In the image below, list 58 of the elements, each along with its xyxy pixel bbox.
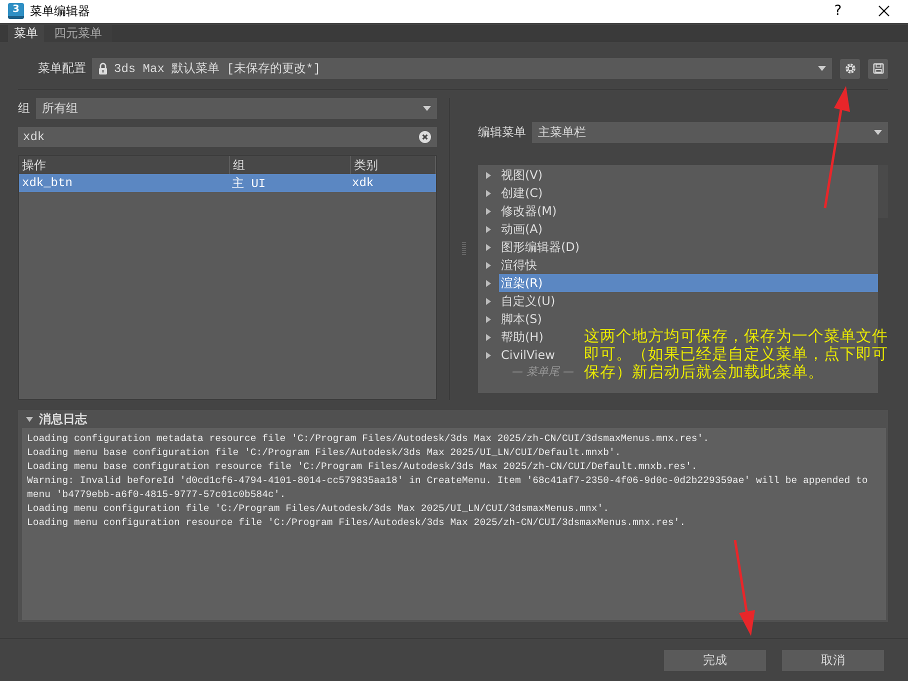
window-title: 菜单编辑器 xyxy=(30,2,90,20)
table-row[interactable]: xdk_btn 主 UI xdk xyxy=(19,174,436,192)
done-button[interactable]: 完成 xyxy=(664,650,766,671)
menu-item[interactable]: 图形编辑器(D) xyxy=(499,238,580,256)
annotation-note: 这两个地方均可保存，保存为一个菜单文件即可。（如果已经是自定义菜单，点下即可保存）新启动后就会加载此菜单。 xyxy=(584,327,889,381)
table-cell-text: xdk xyxy=(351,175,375,192)
menu-item[interactable]: 渲得快 xyxy=(499,256,537,274)
log-title: 消息日志 xyxy=(39,410,87,428)
expand-arrow-icon[interactable] xyxy=(486,280,491,287)
expand-arrow-icon[interactable] xyxy=(486,172,491,179)
splitter-handle-icon[interactable] xyxy=(462,242,466,256)
edit-menu-label: 编辑菜单 xyxy=(478,124,526,142)
help-button[interactable]: ? xyxy=(818,2,858,20)
cancel-button[interactable]: 取消 xyxy=(782,650,884,671)
search-field[interactable]: xdk xyxy=(18,127,437,148)
expand-arrow-icon[interactable] xyxy=(486,244,491,251)
clear-icon[interactable] xyxy=(419,131,431,144)
expand-arrow-icon[interactable] xyxy=(486,316,491,323)
caret-icon xyxy=(818,66,826,72)
app-logo: 3 xyxy=(8,3,24,20)
table-cell-text: 主 UI xyxy=(231,176,267,192)
menu-item[interactable]: 视图(V) xyxy=(499,166,543,184)
tab[interactable]: 菜单 xyxy=(8,24,44,42)
group-label: 组 xyxy=(18,100,30,118)
log-line: Loading menu base configuration resource file 'C:/Program Files/Autodesk/3ds Max 2025/zh-CN/CUI/Default.mnxb.res'. xyxy=(27,460,698,474)
menu-item[interactable]: 创建(C) xyxy=(499,184,543,202)
config-label: 菜单配置 xyxy=(38,60,86,78)
caret-icon xyxy=(874,130,882,136)
menu-item[interactable]: 动画(A) xyxy=(499,220,543,238)
config-dropdown[interactable]: 3ds Max 默认菜单 [未保存的更改*] xyxy=(92,58,832,80)
menu-end-marker: — 菜单尾 — xyxy=(512,364,574,380)
expand-arrow-icon[interactable] xyxy=(486,334,491,341)
log-line: Loading configuration metadata resource file 'C:/Program Files/Autodesk/3ds Max 2025/zh-CN/CUI/3dsmaxMenus.mnx.res'. xyxy=(27,432,710,446)
collapse-arrow-icon[interactable] xyxy=(26,416,33,422)
gear-icon xyxy=(844,62,856,76)
menu-item[interactable]: 帮助(H) xyxy=(499,328,544,346)
menu-item[interactable]: 渲染(R) xyxy=(499,274,878,292)
log-line: Loading menu configuration file 'C:/Program Files/Autodesk/3ds Max 2025/UI_LN/CUI/3dsmaxMenus.mnx'. xyxy=(27,502,610,516)
expand-arrow-icon[interactable] xyxy=(486,226,491,233)
expand-arrow-icon[interactable] xyxy=(486,208,491,215)
settings-button[interactable] xyxy=(840,58,860,79)
group-dropdown[interactable]: 所有组 xyxy=(36,98,437,120)
expand-arrow-icon[interactable] xyxy=(486,298,491,305)
menu-item[interactable]: CivilView xyxy=(499,346,555,364)
table-cell-text: xdk_btn xyxy=(21,175,74,192)
close-icon[interactable] xyxy=(878,5,890,18)
log-line: Loading menu base configuration file 'C:/Program Files/Autodesk/3ds Max 2025/UI_LN/CUI/Default.mnxb'. xyxy=(27,446,622,460)
edit-menu-dropdown[interactable]: 主菜单栏 xyxy=(532,122,888,144)
expand-arrow-icon[interactable] xyxy=(486,262,491,269)
caret-icon xyxy=(423,106,431,112)
expand-arrow-icon[interactable] xyxy=(486,190,491,197)
log-line: Loading menu configuration resource file 'C:/Program Files/Autodesk/3ds Max 2025/zh-CN/CUI/3dsmaxMenus.mnx.res'. xyxy=(27,516,686,530)
save-button[interactable] xyxy=(868,58,888,79)
menu-item[interactable]: 脚本(S) xyxy=(499,310,542,328)
menu-item[interactable]: 修改器(M) xyxy=(499,202,557,220)
menu-item[interactable]: 自定义(U) xyxy=(499,292,556,310)
expand-arrow-icon[interactable] xyxy=(486,352,491,359)
log-line: Warning: Invalid beforeId 'd0cd1cf6-4794-4101-8014-cc579835aa18' in CreateMenu. Item '68c41af7-2350-4f06-9d0c-0d2b229359ae' will be appended to menu 'b4779ebb-a6f0-4815-9777-57c01c0b584c'. xyxy=(27,474,869,502)
